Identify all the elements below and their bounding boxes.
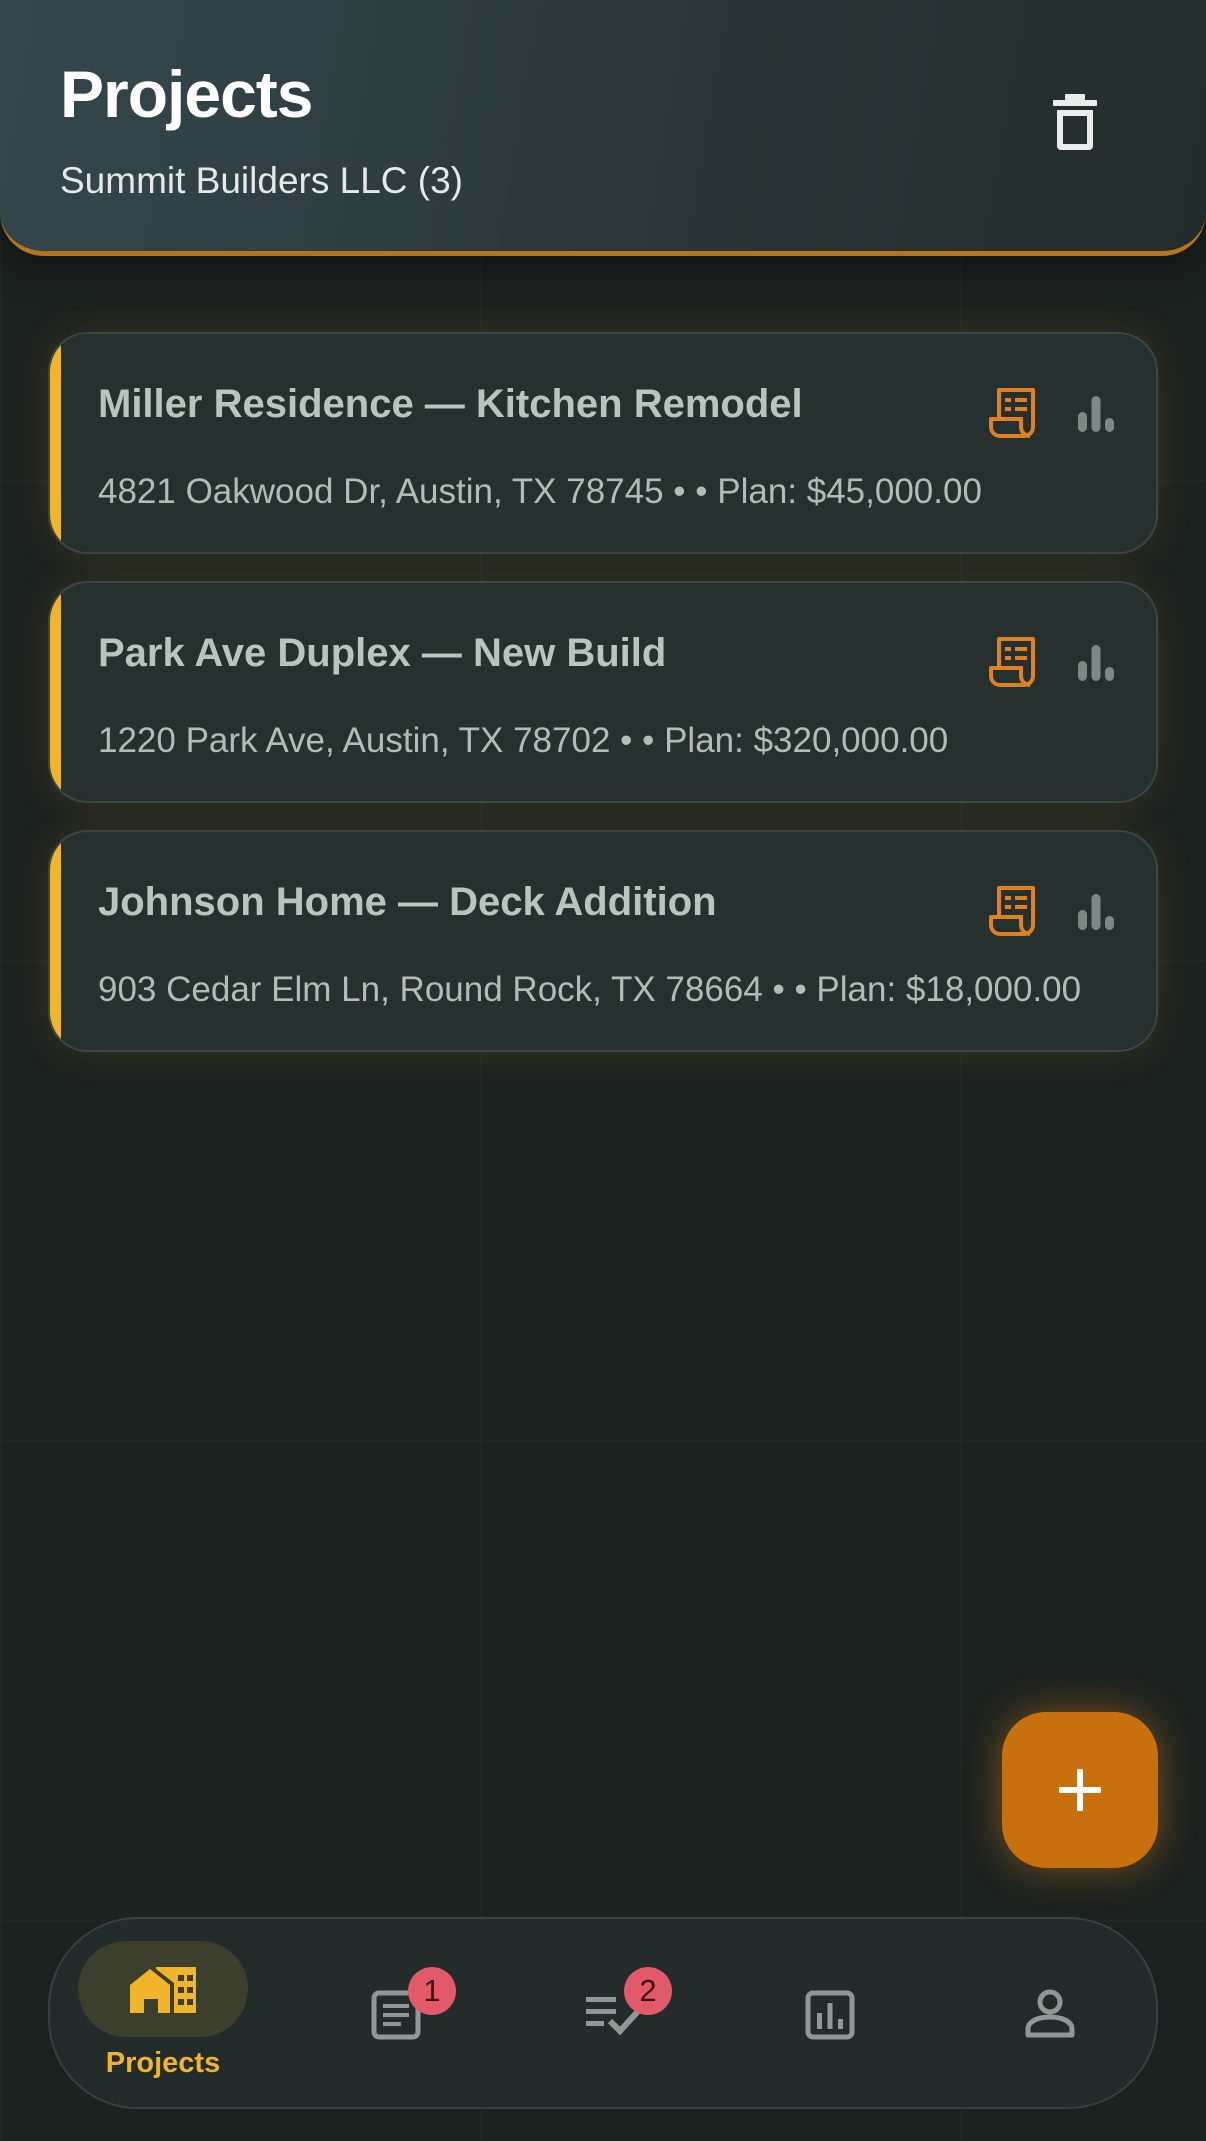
bar-chart-icon <box>1078 894 1114 930</box>
add-project-button[interactable] <box>1002 1712 1158 1868</box>
person-icon <box>1025 1989 1075 2038</box>
receipt-icon <box>989 637 1035 687</box>
receipt-icon <box>989 388 1035 438</box>
nav-item-profile[interactable] <box>970 1919 1140 2111</box>
project-title: Park Ave Duplex — New Build <box>98 631 667 675</box>
plus-icon <box>1059 1769 1101 1811</box>
bar-chart-icon <box>1078 645 1114 681</box>
nav-item-documents[interactable]: 1 <box>316 1919 486 2111</box>
project-title: Miller Residence — Kitchen Remodel <box>98 382 803 426</box>
project-details: 1220 Park Ave, Austin, TX 78702 • • Plan… <box>98 721 949 760</box>
project-card[interactable]: Miller Residence — Kitchen Remodel 4821 … <box>48 332 1158 554</box>
project-title: Johnson Home — Deck Addition <box>98 880 717 924</box>
nav-item-tasks[interactable]: 2 <box>538 1919 708 2111</box>
project-details: 903 Cedar Elm Ln, Round Rock, TX 78664 •… <box>98 970 1082 1009</box>
nav-item-reports[interactable] <box>756 1919 926 2111</box>
receipt-button[interactable] <box>984 633 1042 691</box>
project-details: 4821 Oakwood Dr, Austin, TX 78745 • • Pl… <box>98 472 982 511</box>
page-title: Projects <box>60 57 313 131</box>
bar-chart-icon <box>1078 396 1114 432</box>
stats-button[interactable] <box>1068 884 1124 940</box>
tasks-badge: 2 <box>624 1967 672 2015</box>
receipt-button[interactable] <box>984 882 1042 940</box>
stats-button[interactable] <box>1068 635 1124 691</box>
trash-icon <box>1053 94 1097 150</box>
card-accent-bar <box>50 832 61 1050</box>
receipt-icon <box>989 886 1035 936</box>
bottom-navigation: Projects 1 2 <box>48 1917 1158 2109</box>
app-header: Projects Summit Builders LLC (3) <box>0 0 1206 256</box>
receipt-button[interactable] <box>984 384 1042 442</box>
stats-button[interactable] <box>1068 386 1124 442</box>
project-card[interactable]: Park Ave Duplex — New Build 1220 Park Av… <box>48 581 1158 803</box>
nav-label-projects: Projects <box>105 2047 221 2079</box>
card-accent-bar <box>50 583 61 801</box>
company-subtitle: Summit Builders LLC (3) <box>60 160 464 201</box>
nav-item-projects[interactable]: Projects <box>50 1919 276 2111</box>
card-accent-bar <box>50 334 61 552</box>
home-work-icon <box>130 1967 196 2013</box>
analytics-icon <box>805 1990 855 2040</box>
project-card[interactable]: Johnson Home — Deck Addition 903 Cedar E… <box>48 830 1158 1052</box>
documents-badge: 1 <box>408 1967 456 2015</box>
delete-button[interactable] <box>1042 90 1108 156</box>
